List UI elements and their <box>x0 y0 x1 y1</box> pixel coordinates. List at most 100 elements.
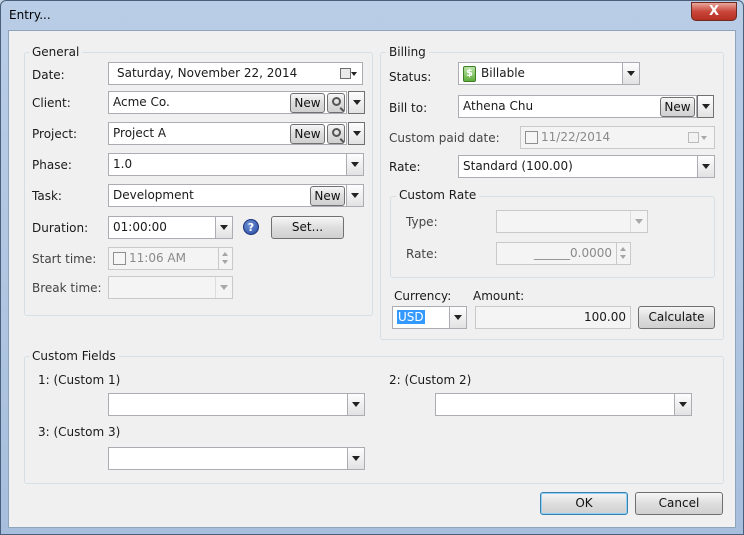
currency-select[interactable]: USD <box>392 306 467 329</box>
status-value[interactable]: Billable <box>481 66 525 80</box>
start-time-value[interactable]: 11:06 AM <box>129 251 186 265</box>
start-time-field[interactable]: 11:06 AM <box>108 247 233 270</box>
chevron-down-icon <box>627 71 635 76</box>
custom-rate-group <box>390 196 715 278</box>
help-icon[interactable]: ? <box>243 219 259 235</box>
break-time-dropdown-button[interactable] <box>215 277 232 298</box>
task-value[interactable]: Development <box>113 188 194 202</box>
rate-value[interactable]: Standard (100.00) <box>463 159 573 173</box>
custom-rate-title: Custom Rate <box>396 188 480 202</box>
duration-value[interactable]: 01:00:00 <box>113 220 167 234</box>
spin-down-icon[interactable] <box>222 260 228 264</box>
custom-fields-title: Custom Fields <box>29 349 119 363</box>
phase-value[interactable]: 1.0 <box>113 157 132 171</box>
currency-value[interactable]: USD <box>397 310 425 324</box>
billable-icon: $ <box>463 66 476 82</box>
custom-paid-date-checkbox[interactable] <box>525 131 538 144</box>
client-dropdown-button[interactable] <box>348 91 365 114</box>
project-new-button[interactable]: New <box>290 124 325 144</box>
phase-select[interactable]: 1.0 <box>108 153 364 176</box>
chevron-down-icon <box>679 402 687 407</box>
date-field[interactable]: Saturday , November 22, 2014 <box>108 62 363 85</box>
client-value[interactable]: Acme Co. <box>113 95 170 109</box>
client-search-button[interactable] <box>327 93 345 113</box>
calendar-icon[interactable] <box>340 68 351 79</box>
custom-field-3-dropdown-button[interactable] <box>347 448 364 469</box>
status-dropdown-button[interactable] <box>622 63 639 84</box>
custom-field-2-dropdown-button[interactable] <box>674 394 691 415</box>
task-label: Task: <box>32 189 62 203</box>
custom-field-2-select[interactable] <box>435 393 692 416</box>
start-time-spinner[interactable] <box>218 248 232 269</box>
chevron-down-icon <box>454 315 462 320</box>
calendar-icon[interactable] <box>688 132 699 143</box>
custom-field-1-select[interactable] <box>108 393 365 416</box>
billing-group-title: Billing <box>386 45 429 59</box>
duration-label: Duration: <box>32 221 89 235</box>
chevron-down-icon[interactable] <box>351 72 357 76</box>
amount-value[interactable]: 100.00 <box>584 310 626 324</box>
amount-field[interactable]: 100.00 <box>475 306 631 329</box>
break-time-select[interactable] <box>108 276 233 299</box>
project-value[interactable]: Project A <box>113 126 166 140</box>
custom-field-1-dropdown-button[interactable] <box>347 394 364 415</box>
spin-up-icon[interactable] <box>222 252 228 256</box>
start-time-checkbox[interactable] <box>113 252 126 265</box>
rate-label: Rate: <box>389 160 421 174</box>
entry-dialog: Entry... X General Date: Saturday , Nove… <box>0 0 744 535</box>
duration-dropdown-button[interactable] <box>215 217 232 238</box>
custom-rate-type-select[interactable] <box>496 210 648 233</box>
project-search-button[interactable] <box>327 124 345 144</box>
phase-dropdown-button[interactable] <box>346 154 363 175</box>
chevron-down-icon <box>351 193 359 198</box>
bill-to-new-button[interactable]: New <box>660 97 695 117</box>
chevron-down-icon <box>352 456 360 461</box>
custom-field-3-select[interactable] <box>108 447 365 470</box>
custom-field-1-label: 1: (Custom 1) <box>38 373 121 387</box>
rate-dropdown-button[interactable] <box>697 156 714 177</box>
custom-rate-rate-value[interactable]: ______0.0000 <box>534 246 612 260</box>
currency-dropdown-button[interactable] <box>449 307 466 328</box>
project-dropdown-button[interactable] <box>348 122 365 145</box>
custom-paid-date-value[interactable]: 11/22/2014 <box>541 130 610 144</box>
custom-rate-rate-label: Rate: <box>406 247 438 261</box>
calculate-button[interactable]: Calculate <box>638 306 715 329</box>
date-weekday[interactable]: Saturday <box>117 63 171 84</box>
spin-down-icon[interactable] <box>620 255 626 259</box>
custom-paid-date-field[interactable]: 11/22/2014 <box>520 126 715 149</box>
chevron-down-icon <box>353 131 361 136</box>
custom-rate-spinner[interactable] <box>616 243 630 264</box>
search-icon <box>332 97 341 106</box>
bill-to-value[interactable]: Athena Chu <box>463 99 533 113</box>
rate-select[interactable]: Standard (100.00) <box>458 155 715 178</box>
custom-rate-type-dropdown-button[interactable] <box>630 211 647 232</box>
close-icon: X <box>708 4 720 19</box>
close-button[interactable]: X <box>691 2 737 21</box>
status-select[interactable]: $ Billable <box>458 62 640 85</box>
phase-label: Phase: <box>32 158 72 172</box>
ok-button[interactable]: OK <box>540 492 628 515</box>
chevron-down-icon[interactable] <box>701 136 707 140</box>
task-dropdown-button[interactable] <box>346 185 363 206</box>
custom-rate-rate-field[interactable]: ______0.0000 <box>496 242 631 265</box>
title-bar[interactable]: Entry... X <box>1 1 743 29</box>
cancel-button[interactable]: Cancel <box>635 492 723 515</box>
project-label: Project: <box>32 127 78 141</box>
spin-up-icon[interactable] <box>620 247 626 251</box>
start-time-label: Start time: <box>32 252 97 266</box>
client-new-button[interactable]: New <box>290 93 325 113</box>
custom-field-2-label: 2: (Custom 2) <box>389 373 472 387</box>
chevron-down-icon <box>352 402 360 407</box>
date-value[interactable]: , November 22, 2014 <box>170 63 297 84</box>
status-label: Status: <box>389 70 432 84</box>
bill-to-dropdown-button[interactable] <box>697 95 714 118</box>
currency-label: Currency: <box>394 289 452 303</box>
duration-set-button[interactable]: Set... <box>271 216 344 239</box>
chevron-down-icon <box>351 162 359 167</box>
window-title: Entry... <box>9 8 51 22</box>
custom-rate-type-label: Type: <box>406 215 438 229</box>
bill-to-label: Bill to: <box>389 101 428 115</box>
amount-label: Amount: <box>473 289 525 303</box>
task-new-button[interactable]: New <box>310 186 345 206</box>
duration-select[interactable]: 01:00:00 <box>108 216 233 239</box>
